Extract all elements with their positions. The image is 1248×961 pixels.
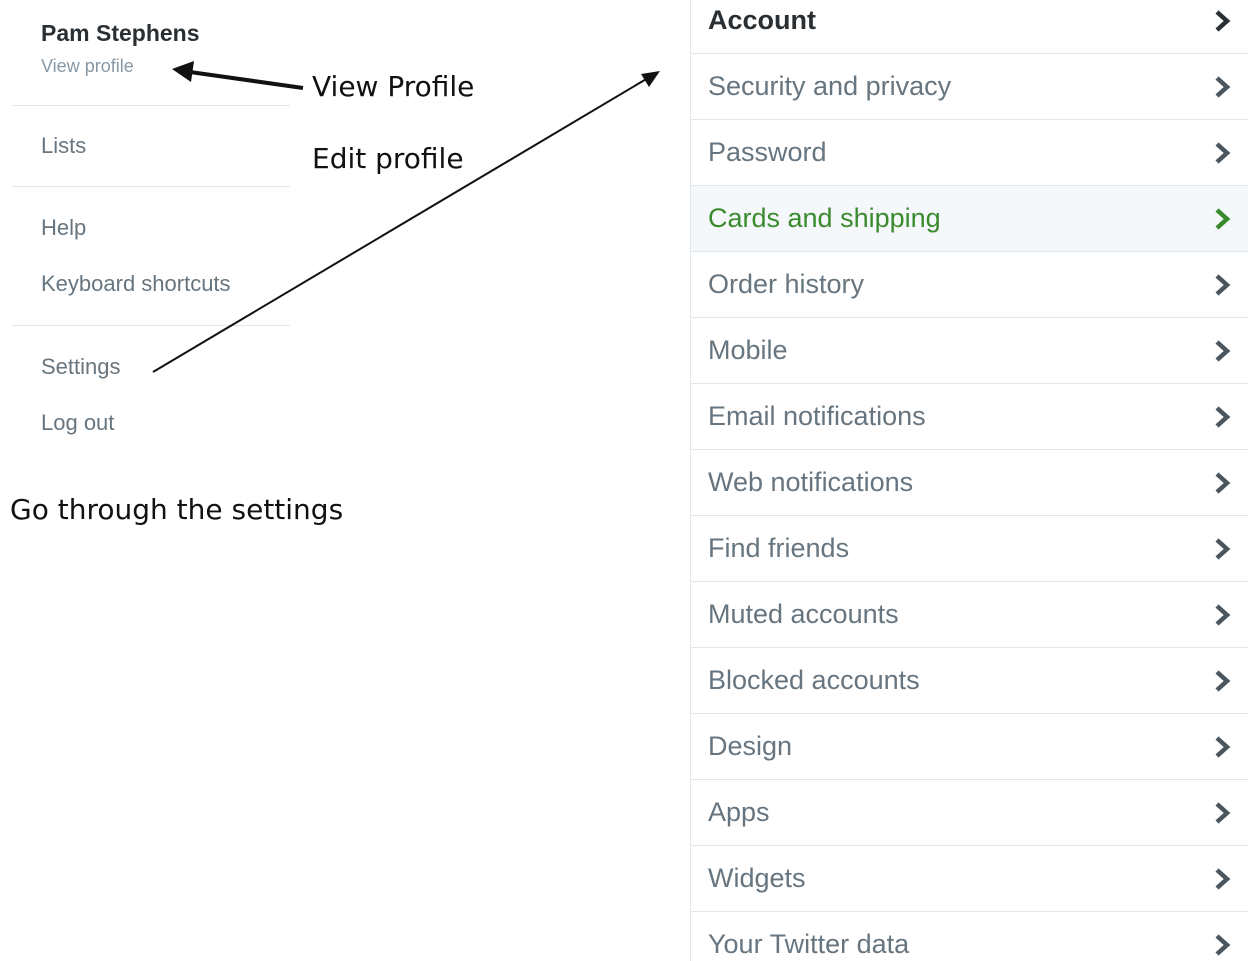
user-dropdown-menu: Pam Stephens View profile Lists Help Key… <box>12 0 290 472</box>
settings-nav-item-label: Blocked accounts <box>708 665 920 695</box>
settings-nav-item-label: Muted accounts <box>708 599 899 629</box>
settings-nav-item-apps[interactable]: Apps <box>691 780 1248 846</box>
chevron-right-icon <box>1215 76 1231 98</box>
settings-nav-item-mobile[interactable]: Mobile <box>691 318 1248 384</box>
user-block: Pam Stephens View profile <box>12 14 290 106</box>
settings-nav-item-cards-and-shipping[interactable]: Cards and shipping <box>691 186 1248 252</box>
settings-nav-item-muted-accounts[interactable]: Muted accounts <box>691 582 1248 648</box>
settings-nav-item-label: Account <box>708 5 816 35</box>
chevron-right-icon <box>1215 274 1231 296</box>
menu-item-settings[interactable]: Settings <box>41 354 121 380</box>
settings-nav-item-find-friends[interactable]: Find friends <box>691 516 1248 582</box>
settings-nav-item-label: Find friends <box>708 533 850 563</box>
annotation-edit-profile: Edit profile <box>312 142 464 175</box>
chevron-right-icon <box>1215 802 1231 824</box>
annotation-view-profile: View Profile <box>312 70 475 103</box>
settings-nav-item-label: Order history <box>708 269 865 299</box>
annotation-go-through-settings: Go through the settings <box>10 493 344 526</box>
chevron-right-icon <box>1215 10 1231 32</box>
settings-nav-item-label: Password <box>708 137 827 167</box>
settings-nav-item-label: Cards and shipping <box>708 203 941 233</box>
settings-nav-item-your-twitter-data[interactable]: Your Twitter data <box>691 912 1248 961</box>
settings-nav-item-label: Design <box>708 731 793 761</box>
menu-divider <box>12 105 290 106</box>
settings-nav: Account Security and privacy Password Cards… <box>690 0 1248 961</box>
settings-nav-item-label: Apps <box>708 797 770 827</box>
chevron-right-icon <box>1215 538 1231 560</box>
chevron-right-icon <box>1215 142 1231 164</box>
menu-item-log-out[interactable]: Log out <box>41 410 114 436</box>
chevron-right-icon <box>1215 472 1231 494</box>
settings-nav-item-label: Security and privacy <box>708 71 952 101</box>
settings-nav-item-label: Mobile <box>708 335 788 365</box>
settings-nav-item-web-notifications[interactable]: Web notifications <box>691 450 1248 516</box>
chevron-right-icon <box>1215 736 1231 758</box>
chevron-right-icon <box>1215 934 1231 956</box>
settings-nav-item-label: Email notifications <box>708 401 926 431</box>
chevron-right-icon <box>1215 670 1231 692</box>
menu-divider <box>12 186 290 187</box>
chevron-right-icon <box>1215 604 1231 626</box>
settings-nav-item-email-notifications[interactable]: Email notifications <box>691 384 1248 450</box>
settings-nav-item-design[interactable]: Design <box>691 714 1248 780</box>
settings-nav-item-widgets[interactable]: Widgets <box>691 846 1248 912</box>
chevron-right-icon <box>1215 406 1231 428</box>
chevron-right-icon <box>1215 340 1231 362</box>
menu-item-help[interactable]: Help <box>41 215 86 241</box>
chevron-right-icon <box>1215 208 1231 230</box>
settings-nav-item-order-history[interactable]: Order history <box>691 252 1248 318</box>
settings-nav-item-security-and-privacy[interactable]: Security and privacy <box>691 54 1248 120</box>
settings-nav-item-account[interactable]: Account <box>691 0 1248 54</box>
menu-divider <box>12 325 290 326</box>
settings-nav-item-label: Web notifications <box>708 467 914 497</box>
settings-nav-item-password[interactable]: Password <box>691 120 1248 186</box>
menu-item-lists[interactable]: Lists <box>41 133 86 159</box>
view-profile-link[interactable]: View profile <box>41 56 134 77</box>
menu-item-keyboard-shortcuts[interactable]: Keyboard shortcuts <box>41 271 231 297</box>
chevron-right-icon <box>1215 868 1231 890</box>
settings-nav-item-label: Widgets <box>708 863 806 893</box>
settings-nav-item-label: Your Twitter data <box>708 929 910 959</box>
settings-nav-item-blocked-accounts[interactable]: Blocked accounts <box>691 648 1248 714</box>
user-name: Pam Stephens <box>41 20 200 46</box>
